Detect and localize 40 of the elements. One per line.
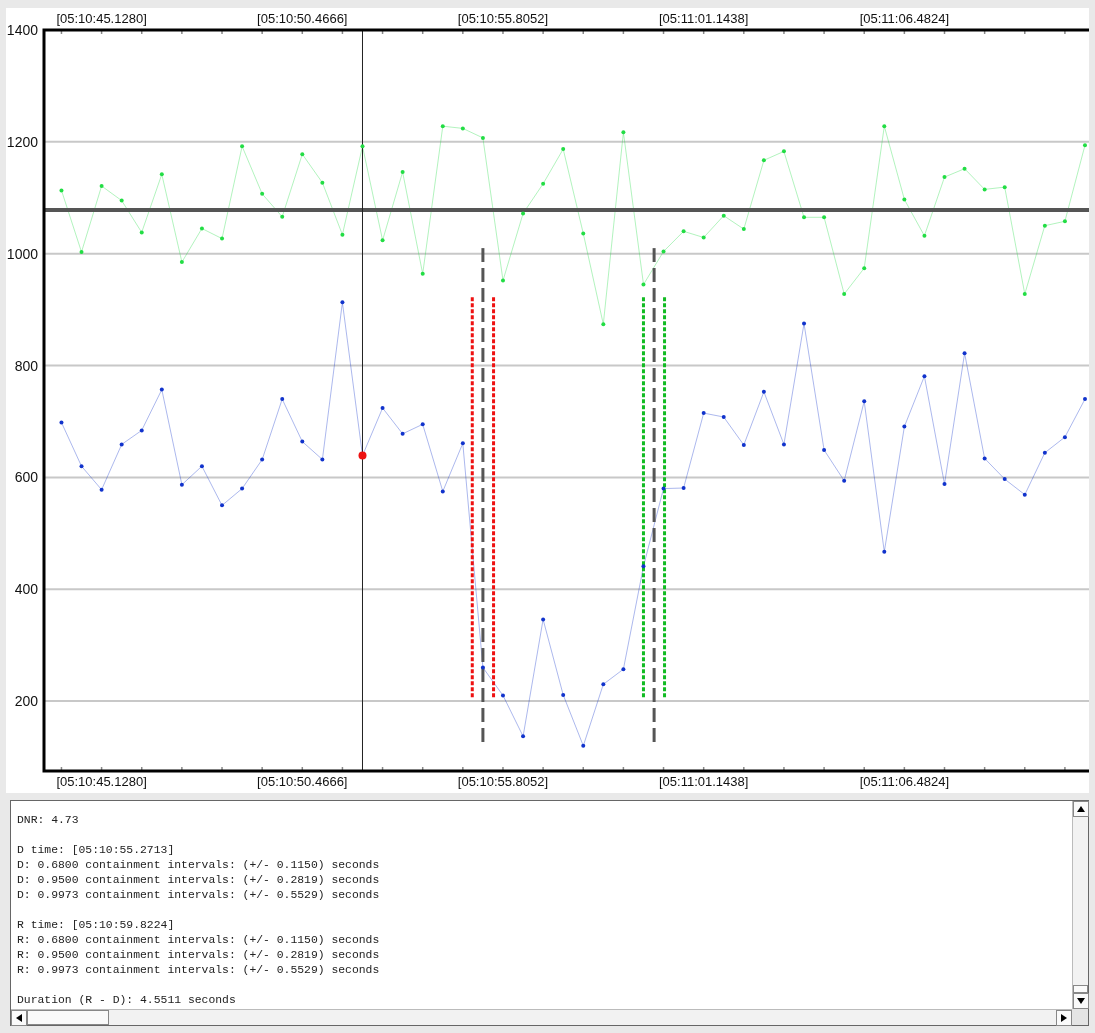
axis-label: 1400 <box>6 22 38 38</box>
scrollbar-thumb[interactable] <box>27 1010 109 1025</box>
output-line: R: 0.6800 containment intervals: (+/- 0.1150) seconds <box>17 933 380 948</box>
axis-label: [05:10:55.8052] <box>457 11 549 26</box>
axis-label: 600 <box>14 469 38 486</box>
output-line: R: 0.9973 containment intervals: (+/- 0.5529) seconds <box>17 963 380 978</box>
horizontal-scrollbar[interactable] <box>11 1009 1072 1025</box>
axis-label: [05:11:01.1438] <box>658 11 749 26</box>
output-line: DNR: 4.73 <box>17 813 79 828</box>
output-line: D: 0.6800 containment intervals: (+/- 0.1150) seconds <box>17 858 380 873</box>
axis-label: [05:10:50.4666] <box>257 11 348 26</box>
output-line: D: 0.9500 containment intervals: (+/- 0.2819) seconds <box>17 873 380 888</box>
output-line: D: 0.9973 containment intervals: (+/- 0.5529) seconds <box>17 888 380 903</box>
axis-label: 800 <box>14 357 38 374</box>
axis-label: [05:10:45.1280] <box>56 774 147 789</box>
axis-label: [05:10:45.1280] <box>56 11 147 26</box>
up-arrow-icon <box>1077 806 1085 812</box>
axis-label: 200 <box>14 693 38 710</box>
scroll-left-button[interactable] <box>11 1010 27 1026</box>
scrollbar-thumb[interactable] <box>1073 985 1088 993</box>
axis-label: [05:10:50.4666] <box>257 774 348 789</box>
scroll-up-button[interactable] <box>1073 801 1089 817</box>
scroll-right-button[interactable] <box>1056 1010 1072 1026</box>
axis-label: 400 <box>14 581 38 598</box>
output-line: D time: [05:10:55.2713] <box>17 843 175 858</box>
output-line: Duration (R - D): 4.5511 seconds <box>17 993 236 1008</box>
right-arrow-icon <box>1061 1014 1067 1022</box>
axis-label: [05:10:55.8052] <box>457 774 549 789</box>
selected-point-marker[interactable] <box>358 451 367 460</box>
output-line: R: 0.9500 containment intervals: (+/- 0.2819) seconds <box>17 948 380 963</box>
down-arrow-icon <box>1077 998 1085 1004</box>
output-line: R time: [05:10:59.8224] <box>17 918 175 933</box>
scroll-down-button[interactable] <box>1073 993 1089 1009</box>
axis-label: 1200 <box>6 133 38 150</box>
left-arrow-icon <box>16 1014 22 1022</box>
vertical-scrollbar[interactable] <box>1072 801 1088 1009</box>
axis-label: [05:11:06.4824] <box>859 774 950 789</box>
axis-label: 1000 <box>6 245 38 262</box>
axis-label: [05:11:06.4824] <box>859 11 950 26</box>
axis-label: [05:11:01.1438] <box>658 774 749 789</box>
